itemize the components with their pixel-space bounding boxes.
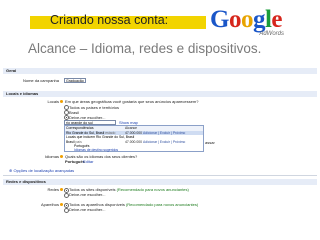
redes-option-choose: Deixe-me escolher...: [69, 192, 106, 197]
redes-label: Redes: [47, 187, 59, 192]
idiomas-label: Idiomas: [44, 154, 59, 159]
help-icon[interactable]: [60, 155, 63, 158]
campaign-name-input[interactable]: Graduação: [64, 78, 86, 83]
adwords-campaign-form: Geral Nome da campanha Graduação Locais …: [3, 66, 317, 240]
help-icon[interactable]: [60, 203, 63, 206]
right-side-note: assar: [205, 140, 215, 145]
section-geral-header: Geral: [3, 68, 317, 74]
section-redes-header: Redes e dispositivos: [3, 179, 317, 185]
location-suggestions-dropdown: Correspondências Alcance Rio Grande do S…: [64, 125, 204, 152]
option-choose: Deixe-me escolher...: [69, 114, 106, 120]
campaign-name-label: Nome da campanha: [22, 78, 59, 83]
idiomas-value: Português: [65, 159, 85, 164]
divider: [3, 175, 317, 176]
locais-question: Em que áreas geográficas você gostaria q…: [65, 99, 199, 104]
slide-subtitle: Alcance – Idioma, redes e dispositivos.: [28, 41, 262, 56]
locais-label: Locais: [47, 99, 59, 104]
slide-title: Criando nossa conta:: [50, 13, 169, 27]
advanced-location-options-link[interactable]: ⊕ Opções de localização avançadas: [9, 168, 74, 173]
section-locais-header: Locais e idiomas: [3, 91, 317, 97]
help-icon[interactable]: [60, 188, 63, 191]
google-adwords-logo: Google AdWords: [210, 6, 288, 40]
suggested-languages-link[interactable]: Idiomas de destino sugeridos: [65, 148, 203, 152]
help-icon[interactable]: [60, 100, 63, 103]
aparelhos-option-choose: Deixe-me escolher...: [69, 207, 106, 212]
adwords-label: AdWords: [259, 31, 284, 37]
idiomas-edit-link[interactable]: Editar: [83, 159, 93, 164]
google-wordmark: Google: [210, 6, 283, 33]
aparelhos-label: Aparelhos: [40, 202, 59, 207]
